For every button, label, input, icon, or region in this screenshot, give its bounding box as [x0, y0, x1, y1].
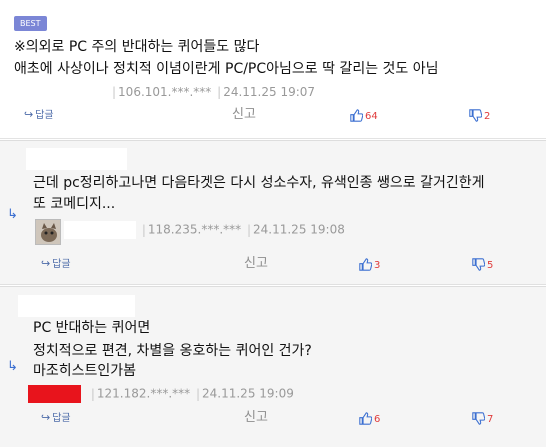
upvote-button[interactable]: 64 [350, 105, 378, 127]
comment-meta: | 118.235.***.*** | 24.11.25 19:08 [64, 221, 345, 239]
reply-label: 답글 [35, 110, 54, 121]
reply-comment: 근데 pc정리하고나면 다음타겟은 다시 성소수자, 유색인종 쌩으로 갈거긴한… [0, 140, 546, 285]
ip-address: 121.182.***.*** [96, 386, 191, 401]
reply-comment: PC 반대하는 퀴어면 정치적으로 편견, 차별을 옹호하는 퀴어인 건가? ↳… [0, 286, 546, 447]
comment-text-line: 애초에 사상이나 정치적 이념이란게 PC/PC아님으로 딱 갈리는 것도 아님 [14, 61, 439, 77]
avatar [35, 219, 61, 245]
comment-text-line: ※의외로 PC 주의 반대하는 퀴어들도 많다 [14, 39, 260, 55]
downvote-count: 5 [487, 260, 494, 271]
reply-button[interactable]: ↪ 답글 [24, 105, 54, 126]
comment-meta: | 106.101.***.*** | 24.11.25 19:07 [112, 85, 316, 99]
report-button[interactable]: 신고 [244, 408, 268, 428]
comment-text-line: PC 반대하는 퀴어면 [33, 320, 151, 336]
thumbs-down-icon [472, 258, 486, 271]
report-button[interactable]: 신고 [232, 105, 256, 125]
comment-meta: | 121.182.***.*** | 24.11.25 19:09 [28, 385, 294, 403]
comment-actions: ↪ 답글 신고 64 2 [0, 105, 546, 125]
reply-arrow-icon: ↪ [24, 108, 34, 121]
comment-text-line: 정치적으로 편견, 차별을 옹호하는 퀴어인 건가? [33, 343, 312, 359]
hidden-nickname [26, 148, 127, 170]
timestamp: 24.11.25 19:08 [253, 222, 345, 237]
timestamp: 24.11.25 19:07 [223, 85, 316, 99]
thumbs-down-icon [469, 109, 483, 122]
downvote-count: 7 [487, 414, 494, 425]
ip-address: 118.235.***.*** [147, 222, 242, 237]
upvote-count: 6 [374, 414, 381, 425]
comment-actions: ↪ 답글 신고 6 7 [0, 408, 546, 428]
best-badge: BEST [14, 16, 47, 31]
thumbs-down-icon [472, 412, 486, 425]
upvote-count: 3 [374, 260, 381, 271]
hidden-nickname [64, 221, 136, 239]
reply-button[interactable]: ↪ 답글 [41, 254, 71, 275]
nickname-highlight [28, 385, 81, 403]
upvote-count: 64 [365, 111, 378, 122]
reply-arrow-icon: ↪ [41, 411, 51, 424]
comment-text-line: 근데 pc정리하고나면 다음타겟은 다시 성소수자, 유색인종 쌩으로 갈거긴한… [33, 175, 485, 191]
upvote-button[interactable]: 3 [359, 254, 380, 276]
timestamp: 24.11.25 19:09 [202, 386, 294, 401]
comment-actions: ↪ 답글 신고 3 5 [0, 254, 546, 274]
downvote-count: 2 [484, 111, 491, 122]
best-comment: BEST ※의외로 PC 주의 반대하는 퀴어들도 많다 애초에 사상이나 정치… [0, 0, 546, 139]
thumbs-up-icon [359, 412, 373, 425]
sub-reply-arrow-icon: ↳ [7, 359, 18, 374]
sub-reply-arrow-icon: ↳ [7, 207, 18, 222]
upvote-button[interactable]: 6 [359, 408, 380, 430]
downvote-button[interactable]: 7 [472, 408, 493, 430]
downvote-button[interactable]: 5 [472, 254, 493, 276]
report-button[interactable]: 신고 [244, 254, 268, 274]
thumbs-up-icon [350, 109, 364, 122]
thumbs-up-icon [359, 258, 373, 271]
downvote-button[interactable]: 2 [469, 105, 490, 127]
reply-arrow-icon: ↪ [41, 257, 51, 270]
comment-text-line: 또 코메디지... [33, 196, 116, 212]
reply-button[interactable]: ↪ 답글 [41, 408, 71, 429]
comment-text-line: 마조히스트인가봄 [33, 363, 137, 379]
ip-address: 106.101.***.*** [118, 85, 212, 99]
hidden-nickname [18, 295, 135, 317]
reply-label: 답글 [52, 413, 71, 424]
reply-label: 답글 [52, 259, 71, 270]
